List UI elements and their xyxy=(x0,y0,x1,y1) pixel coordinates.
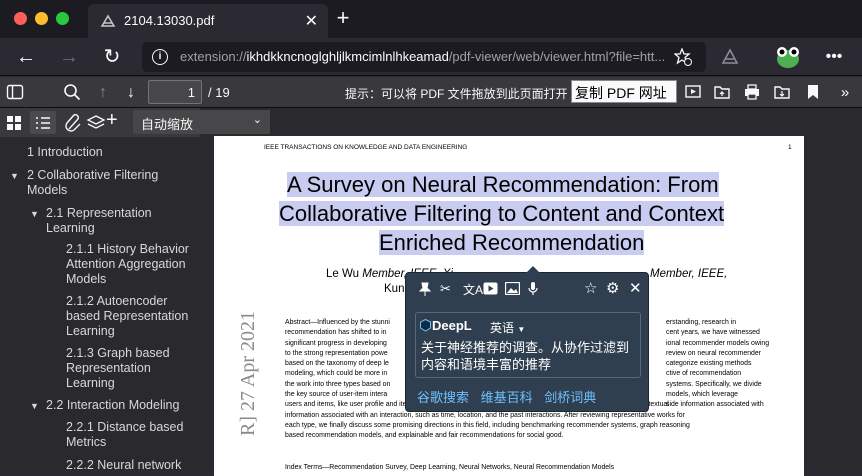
new-tab-button[interactable]: + xyxy=(332,6,354,30)
url-text[interactable]: extension://ikhdkkncnoglghljlkmcimlnlhke… xyxy=(180,49,665,64)
lookup-links: 谷歌搜索 维基百科 剑桥词典 xyxy=(417,387,604,406)
outline-item[interactable]: 2 Collaborative Filtering Models xyxy=(27,168,192,198)
outline-item[interactable]: 2.1 Representation Learning xyxy=(46,206,196,236)
outline-item[interactable]: 2.1.3 Graph based Representation Learnin… xyxy=(66,346,191,391)
save-icon[interactable] xyxy=(773,83,791,101)
arxiv-stamp: R] 27 Apr 2021 xyxy=(237,311,259,436)
drop-hint: 提示：可以将 PDF 文件拖放到此页面打开 xyxy=(345,87,568,101)
google-search-link[interactable]: 谷歌搜索 xyxy=(417,390,469,405)
next-page-button[interactable]: ↓ xyxy=(120,82,142,104)
outline-icon xyxy=(36,117,50,129)
back-button[interactable]: ← xyxy=(14,45,38,69)
layers-icon[interactable] xyxy=(86,114,106,132)
minimize-window-button[interactable] xyxy=(35,12,48,25)
bookmark-icon[interactable] xyxy=(805,83,821,101)
authors-line: Member, IEEE, xyxy=(650,268,728,280)
outline-item[interactable]: 2.2 Interaction Modeling xyxy=(46,398,196,413)
outline-item[interactable]: 2.2.1 Distance based Metrics xyxy=(66,420,191,450)
outline-item[interactable]: 2.1.2 Autoencoder based Representation L… xyxy=(66,294,196,339)
translation-source: DeepL xyxy=(432,318,472,333)
outline-item[interactable]: 2.1.1 History Behavior Attention Aggrega… xyxy=(66,242,196,287)
cambridge-dictionary-link[interactable]: 剑桥词典 xyxy=(544,390,596,405)
page-count: / 19 xyxy=(208,85,230,100)
tab-pdf[interactable]: 2104.13030.pdf ✕ xyxy=(88,4,328,38)
overflow-menu-icon[interactable]: ••• xyxy=(822,45,846,69)
collapse-triangle-icon[interactable]: ▼ xyxy=(30,209,39,219)
pdf-extension-icon[interactable] xyxy=(720,48,740,66)
presentation-mode-icon[interactable] xyxy=(684,83,702,101)
info-icon[interactable]: i xyxy=(152,49,168,65)
popup-pointer xyxy=(526,266,540,273)
paper-title-line[interactable]: Enriched Recommendation xyxy=(379,230,645,256)
paper-title-line[interactable]: Collaborative Filtering to Content and C… xyxy=(279,201,725,227)
navigation-bar: ← → ↻ i extension://ikhdkkncnoglghljlkmc… xyxy=(0,38,862,76)
caret-down-icon: ▼ xyxy=(517,325,526,334)
previous-page-button[interactable]: ↑ xyxy=(92,82,114,104)
paper-title-line[interactable]: A Survey on Neural Recommendation: From xyxy=(287,172,719,198)
maximize-window-button[interactable] xyxy=(56,12,69,25)
abstract-right: erstanding, research in cent years, we h… xyxy=(666,319,770,409)
page-number-label: 1 xyxy=(788,144,792,151)
star-icon[interactable]: ☆ xyxy=(584,279,597,297)
frog-extension-icon[interactable] xyxy=(774,42,802,70)
close-window-button[interactable] xyxy=(14,12,27,25)
forward-button[interactable]: → xyxy=(57,45,81,69)
language-dropdown[interactable]: 英语 ▼ xyxy=(490,319,525,336)
reload-button[interactable]: ↻ xyxy=(100,45,124,69)
page-number-input[interactable]: 1 xyxy=(148,80,202,104)
more-tools-icon[interactable]: » xyxy=(834,82,856,104)
browser-tab-bar: 2104.13030.pdf ✕ + xyxy=(0,0,862,38)
deepl-translation-card: DeepL 英语 ▼ 关于神经推荐的调查。从协作过滤到内容和语境丰富的推荐 xyxy=(415,312,641,378)
image-icon[interactable] xyxy=(505,282,520,295)
pdf-toolbar: ↑ ↓ 1 / 19 提示：可以将 PDF 文件拖放到此页面打开 复制 PDF … xyxy=(0,77,862,108)
url-bar[interactable]: i extension://ikhdkkncnoglghljlkmcimlnlh… xyxy=(142,42,706,72)
attachments-icon[interactable] xyxy=(64,114,84,132)
zoom-select[interactable]: 自动缩放 ⌄ xyxy=(133,110,270,134)
collapse-triangle-icon[interactable]: ▼ xyxy=(10,171,19,181)
translation-popup: ✂ 文A ☆ ⚙ ✕ DeepL 英语 ▼ 关于神经推荐的调查。从协作过滤到内容… xyxy=(405,266,649,412)
sidebar-toggle-icon[interactable] xyxy=(6,83,24,101)
thumbnails-icon[interactable] xyxy=(6,115,22,131)
chevron-down-icon: ⌄ xyxy=(252,114,262,126)
journal-header: IEEE TRANSACTIONS ON KNOWLEDGE AND DATA … xyxy=(264,144,468,151)
tab-title: 2104.13030.pdf xyxy=(124,13,215,28)
pin-icon[interactable] xyxy=(418,282,432,296)
scissors-icon[interactable]: ✂ xyxy=(440,281,451,297)
microphone-icon[interactable] xyxy=(528,281,538,296)
collapse-triangle-icon[interactable]: ▼ xyxy=(30,401,39,411)
translation-text: 关于神经推荐的调查。从协作过滤到内容和语境丰富的推荐 xyxy=(421,340,630,372)
outline-item[interactable]: 2.2.2 Neural network xyxy=(66,458,196,473)
open-file-icon[interactable] xyxy=(713,83,731,101)
tab-close-icon[interactable]: ✕ xyxy=(305,11,318,31)
translate-icon[interactable]: 文A xyxy=(463,281,483,298)
wikipedia-link[interactable]: 维基百科 xyxy=(481,390,533,405)
pdf-sidebar: + 1 Introduction ▼ 2 Collaborative Filte… xyxy=(0,108,200,473)
zoom-select-value: 自动缩放 xyxy=(141,117,194,132)
gear-icon[interactable]: ⚙ xyxy=(606,279,619,297)
authors-line: Kun xyxy=(384,283,405,295)
pdf-extension-icon xyxy=(100,14,116,27)
close-icon[interactable]: ✕ xyxy=(629,279,642,297)
copy-pdf-url-button[interactable]: 复制 PDF 网址 xyxy=(571,80,677,103)
outline-item[interactable]: 1 Introduction xyxy=(27,145,192,160)
deepl-logo-icon xyxy=(420,319,431,332)
print-icon[interactable] xyxy=(743,83,761,101)
search-icon[interactable] xyxy=(63,83,81,101)
bookmark-star-add-icon[interactable] xyxy=(674,48,692,66)
add-icon[interactable]: + xyxy=(106,109,118,132)
video-icon[interactable] xyxy=(483,282,498,295)
outline-view-button[interactable] xyxy=(30,111,56,134)
